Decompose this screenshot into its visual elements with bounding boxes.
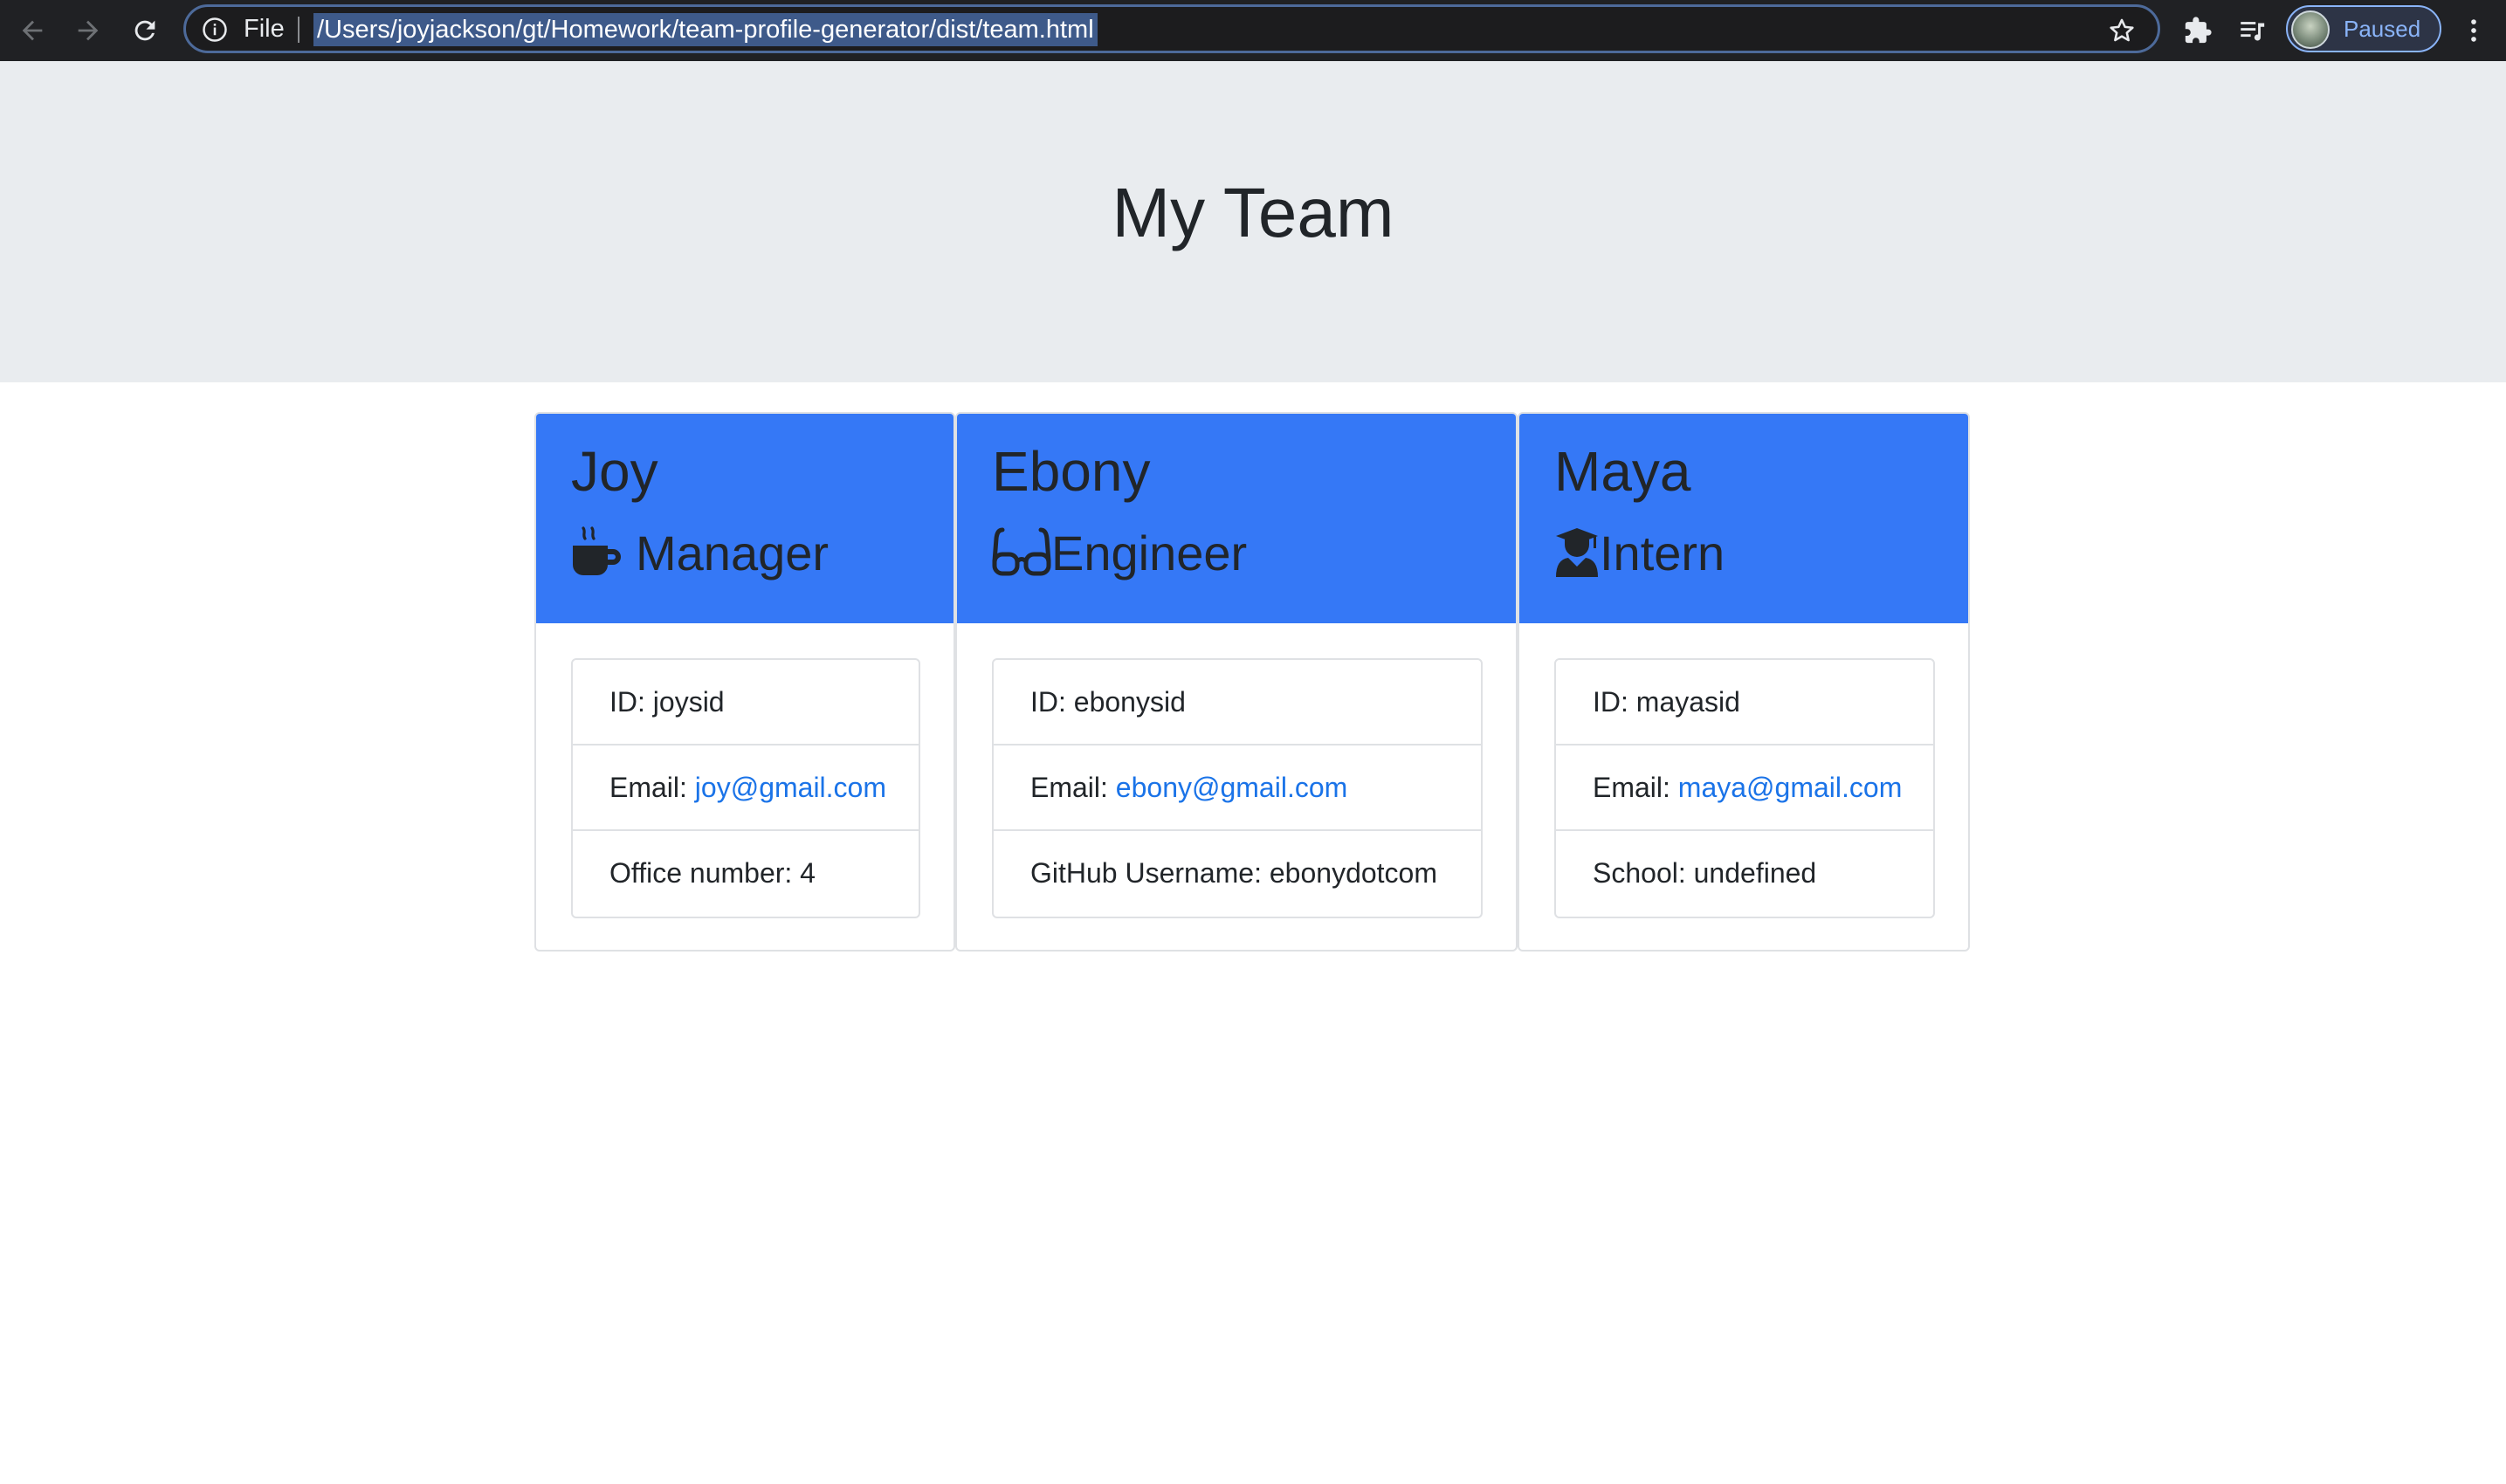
- id-value: ebonysid: [1073, 686, 1186, 718]
- list-item-id: ID: mayasid: [1556, 660, 1933, 745]
- email-link[interactable]: maya@gmail.com: [1678, 772, 1903, 803]
- school-value: undefined: [1693, 857, 1817, 889]
- list-item-email: Email: maya@gmail.com: [1556, 745, 1933, 831]
- scheme-label: File: [244, 15, 285, 43]
- browser-toolbar: File /Users/joyjackson/gt/Homework/team-…: [0, 0, 2506, 61]
- id-value: joysid: [652, 686, 725, 718]
- employee-role: Manager: [571, 522, 829, 583]
- page-content: My Team Joy Manager ID: joysid Email: jo…: [0, 61, 2506, 1484]
- mug-hot-icon: [571, 526, 623, 579]
- back-arrow-icon[interactable]: [12, 10, 52, 51]
- employee-card-engineer: Ebony Engineer ID: ebonysid Email: ebony…: [955, 412, 1518, 952]
- id-value: mayasid: [1635, 686, 1740, 718]
- employee-role: Intern: [1554, 522, 1725, 583]
- role-label: Intern: [1600, 525, 1725, 581]
- details-list: ID: mayasid Email: maya@gmail.com School…: [1554, 658, 1935, 918]
- list-item-id: ID: ebonysid: [994, 660, 1481, 745]
- extensions-puzzle-icon[interactable]: [2178, 10, 2218, 51]
- details-list: ID: ebonysid Email: ebony@gmail.com GitH…: [992, 658, 1483, 918]
- employee-name: Maya: [1554, 440, 1691, 503]
- email-label: Email:: [1030, 772, 1116, 803]
- jumbotron-header: My Team: [0, 61, 2506, 382]
- user-graduate-icon: [1554, 526, 1600, 579]
- list-item-email: Email: ebony@gmail.com: [994, 745, 1481, 831]
- employee-card-intern: Maya Intern ID: mayasid Email: maya@gmai…: [1518, 412, 1970, 952]
- reading-list-icon[interactable]: [2232, 10, 2272, 51]
- reload-icon[interactable]: [125, 10, 165, 51]
- omnibox-divider: [298, 17, 299, 43]
- url-text[interactable]: /Users/joyjackson/gt/Homework/team-profi…: [313, 13, 1098, 46]
- info-icon[interactable]: [202, 17, 228, 43]
- star-icon[interactable]: [2107, 16, 2137, 45]
- list-item-office-number: Office number: 4: [573, 831, 919, 917]
- email-label: Email:: [1593, 772, 1678, 803]
- employee-role: Engineer: [992, 522, 1247, 583]
- address-bar[interactable]: File /Users/joyjackson/gt/Homework/team-…: [183, 4, 2160, 53]
- github-label: GitHub Username:: [1030, 857, 1270, 889]
- id-label: ID:: [1593, 686, 1636, 718]
- avatar: [2291, 10, 2330, 49]
- list-item-school: School: undefined: [1556, 831, 1933, 917]
- employee-name: Ebony: [992, 440, 1151, 503]
- list-item-id: ID: joysid: [573, 660, 919, 745]
- employee-card-manager: Joy Manager ID: joysid Email: joy@gmail.…: [534, 412, 955, 952]
- profile-status: Paused: [2344, 16, 2421, 42]
- role-label: Engineer: [1051, 525, 1248, 581]
- page-title: My Team: [1112, 174, 1394, 251]
- card-header: Maya Intern: [1519, 414, 1968, 623]
- profile-button[interactable]: Paused: [2286, 5, 2441, 52]
- card-header: Joy Manager: [536, 414, 954, 623]
- email-link[interactable]: joy@gmail.com: [695, 772, 886, 803]
- email-link[interactable]: ebony@gmail.com: [1116, 772, 1347, 803]
- card-header: Ebony Engineer: [957, 414, 1516, 623]
- email-label: Email:: [609, 772, 695, 803]
- kebab-menu-icon[interactable]: [2454, 10, 2494, 51]
- forward-arrow-icon[interactable]: [68, 10, 108, 51]
- list-item-email: Email: joy@gmail.com: [573, 745, 919, 831]
- office-number-value: 4: [800, 857, 816, 889]
- glasses-icon: [992, 526, 1051, 579]
- github-value: ebonydotcom: [1269, 857, 1437, 889]
- employee-name: Joy: [571, 440, 658, 503]
- list-item-github: GitHub Username: ebonydotcom: [994, 831, 1481, 917]
- school-label: School:: [1593, 857, 1694, 889]
- id-label: ID:: [609, 686, 653, 718]
- id-label: ID:: [1030, 686, 1074, 718]
- details-list: ID: joysid Email: joy@gmail.com Office n…: [571, 658, 920, 918]
- role-label: Manager: [636, 525, 830, 581]
- office-number-label: Office number:: [609, 857, 801, 889]
